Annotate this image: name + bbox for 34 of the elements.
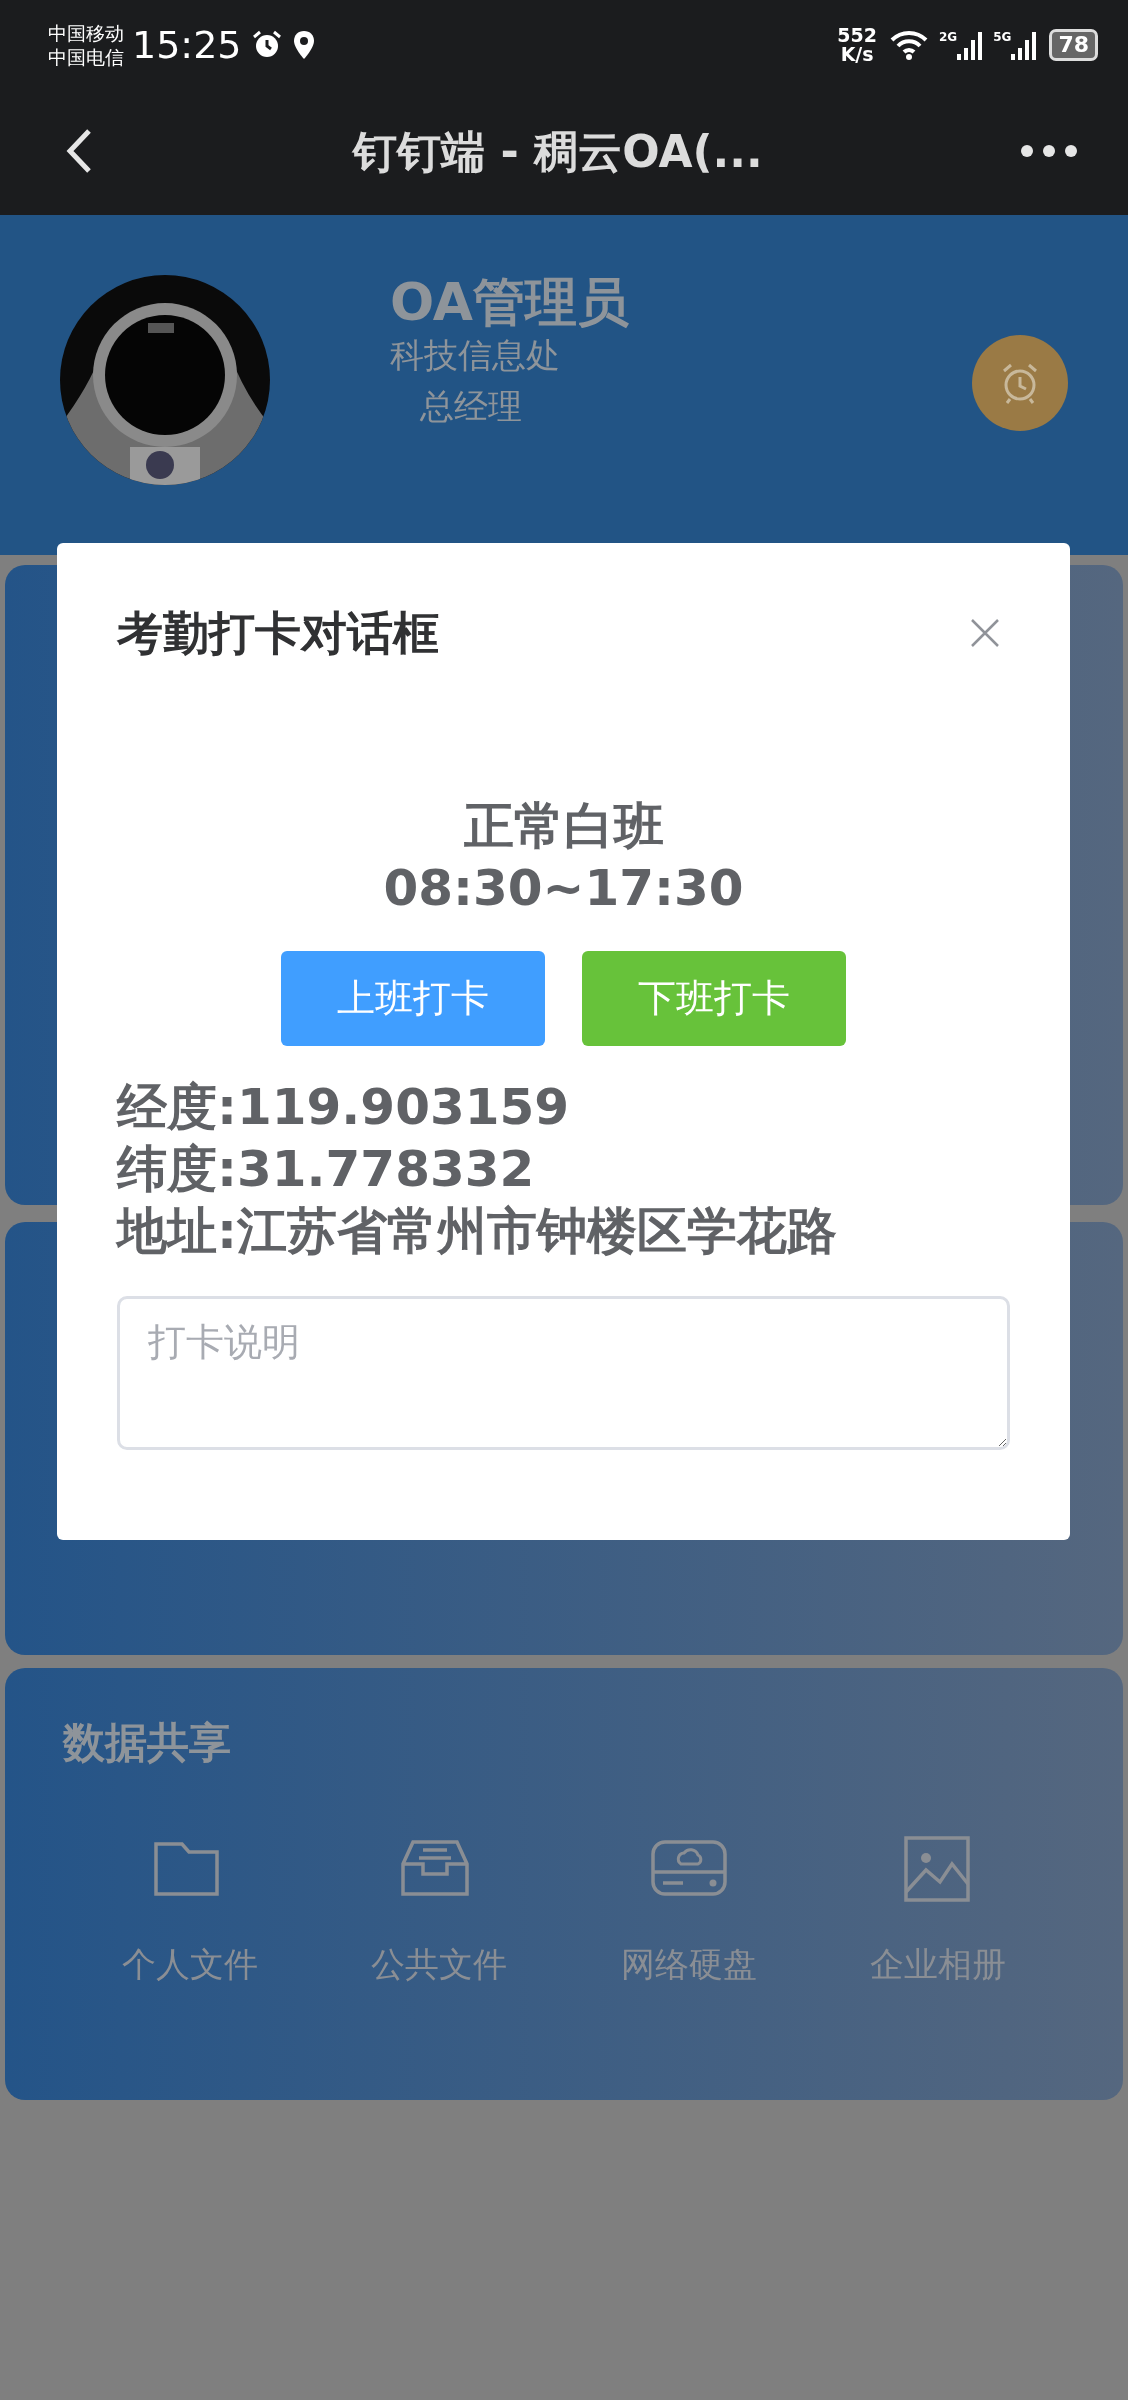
network-type: 5G xyxy=(993,30,1012,44)
menu-label[interactable]: 企业相册 xyxy=(870,1938,1007,1990)
menu-label[interactable]: 个人文件 xyxy=(121,1938,258,1990)
shift-name: 正常白班 xyxy=(463,796,664,857)
net-speed: 552 xyxy=(837,26,877,45)
wifi-icon xyxy=(888,30,929,60)
clock-out-button[interactable]: 下班打卡 xyxy=(582,951,846,1046)
back-icon xyxy=(66,128,92,174)
network-type: 2G xyxy=(938,30,958,44)
net-speed: K/s xyxy=(840,45,874,64)
carrier-name: 中国移动 xyxy=(48,21,124,45)
signal-icon xyxy=(1011,30,1038,60)
menu-label[interactable]: 网络硬盘 xyxy=(620,1938,757,1990)
page-title: 钉钉端 - 稠云OA(... xyxy=(351,125,764,179)
shift-hours: 08:30~17:30 xyxy=(383,858,744,919)
location-text: 经度:119.903159 xyxy=(117,1077,571,1138)
signal-icon xyxy=(957,30,984,60)
status-time: 15:25 xyxy=(132,23,242,67)
user-name: OA管理员 xyxy=(390,271,631,333)
job-title: 总经理 xyxy=(420,385,523,428)
alarm-icon xyxy=(251,30,282,60)
location-text: 地址:江苏省常州市钟楼区学花路 xyxy=(117,1201,838,1262)
battery-level: 78 xyxy=(1049,29,1098,61)
menu-label[interactable]: 公共文件 xyxy=(371,1938,508,1990)
location-icon xyxy=(291,30,316,60)
close-icon xyxy=(970,617,1000,648)
clock-in-button[interactable]: 上班打卡 xyxy=(281,951,545,1046)
more-icon xyxy=(1020,144,1078,158)
location-text: 纬度:31.778332 xyxy=(117,1139,536,1200)
note-field[interactable]: 打卡说明 xyxy=(117,1296,1010,1450)
section-title: 数据共享 xyxy=(63,1717,232,1769)
department-name: 科技信息处 xyxy=(390,334,561,377)
dialog-title: 考勤打卡对话框 xyxy=(117,605,439,662)
carrier-name: 中国电信 xyxy=(48,45,124,69)
